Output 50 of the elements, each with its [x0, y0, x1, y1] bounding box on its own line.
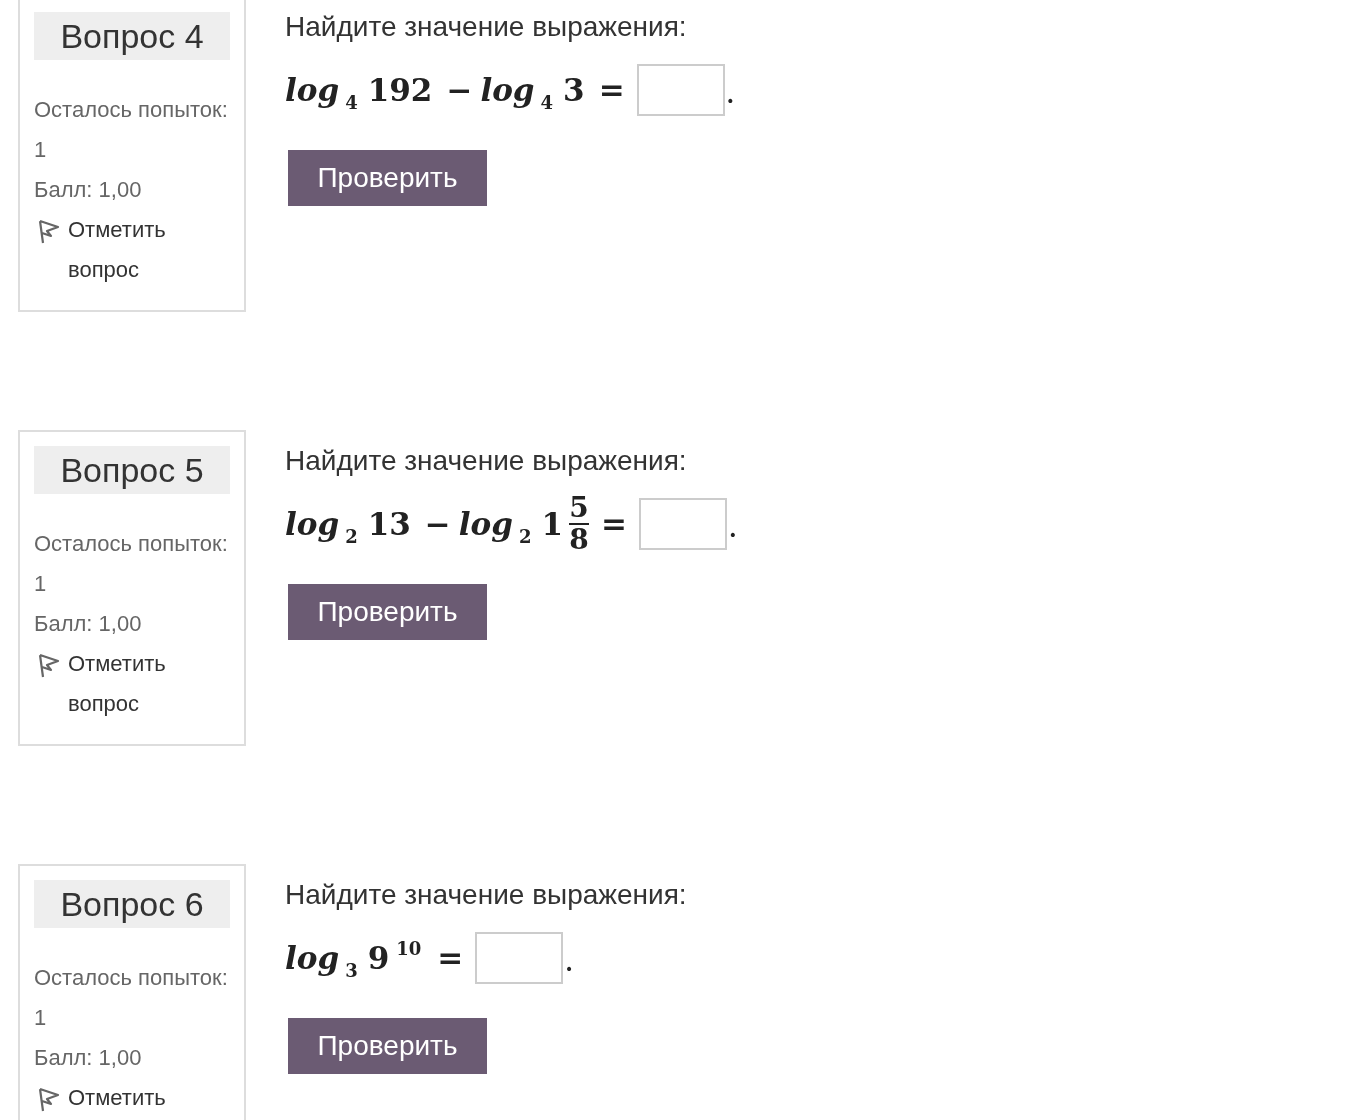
math-number: 13	[367, 506, 411, 542]
question-title: Вопрос 4	[34, 12, 230, 60]
math-operator: =	[601, 506, 628, 542]
attempts-text: Осталось попыток: 1	[34, 964, 229, 1032]
math-number: 192	[367, 72, 433, 108]
math-period: .	[565, 950, 573, 976]
fraction-numerator: 5	[569, 493, 589, 523]
math-subscript: 4	[345, 91, 358, 113]
flag-icon[interactable]	[36, 218, 60, 244]
question-title: Вопрос 5	[34, 446, 230, 494]
grade-text: Балл: 1,00	[34, 610, 143, 638]
math-subscript: 2	[518, 525, 532, 547]
flag-question-link[interactable]: Отметить	[68, 1078, 218, 1118]
grade-text: Балл: 1,00	[34, 176, 143, 204]
math-function: log	[285, 72, 340, 108]
math-period: .	[729, 516, 737, 542]
question-title: Вопрос 6	[34, 880, 230, 928]
math-number: 1	[541, 506, 564, 542]
attempts-text: Осталось попыток: 1	[34, 530, 229, 598]
math-subscript: 4	[540, 91, 554, 113]
math-period: .	[726, 82, 735, 108]
answer-field[interactable]	[639, 498, 728, 550]
math-function: log	[480, 72, 535, 108]
answer-field[interactable]	[475, 932, 564, 984]
question-text: Найдите значение выражения:	[285, 878, 688, 912]
math-operator: =	[437, 940, 464, 976]
math-function: log	[285, 506, 340, 542]
flag-question-link[interactable]: Отметить вопрос	[68, 644, 218, 724]
math-number: 9	[367, 940, 390, 976]
grade-text: Балл: 1,00	[34, 1044, 143, 1072]
math-operator: −	[424, 506, 451, 542]
check-button[interactable]: Проверить	[288, 1018, 487, 1074]
math-function: log	[458, 506, 513, 542]
math-operator: =	[598, 72, 625, 108]
answer-field[interactable]	[636, 64, 725, 116]
question-text: Найдите значение выражения:	[285, 10, 688, 44]
math-operator: −	[446, 72, 473, 108]
question-text: Найдите значение выражения:	[285, 444, 688, 478]
fraction-denominator: 8	[569, 525, 589, 555]
flag-icon[interactable]	[36, 652, 60, 678]
check-button[interactable]: Проверить	[288, 150, 487, 206]
attempts-text: Осталось попыток: 1	[34, 96, 229, 164]
math-subscript: 3	[345, 959, 358, 981]
math-function: log	[285, 940, 340, 976]
math-number: 3	[563, 72, 585, 108]
math-subscript: 2	[345, 525, 358, 547]
flag-question-link[interactable]: Отметить вопрос	[68, 210, 218, 290]
math-exponent: 10	[396, 937, 422, 959]
flag-icon[interactable]	[36, 1086, 60, 1112]
check-button[interactable]: Проверить	[288, 584, 487, 640]
